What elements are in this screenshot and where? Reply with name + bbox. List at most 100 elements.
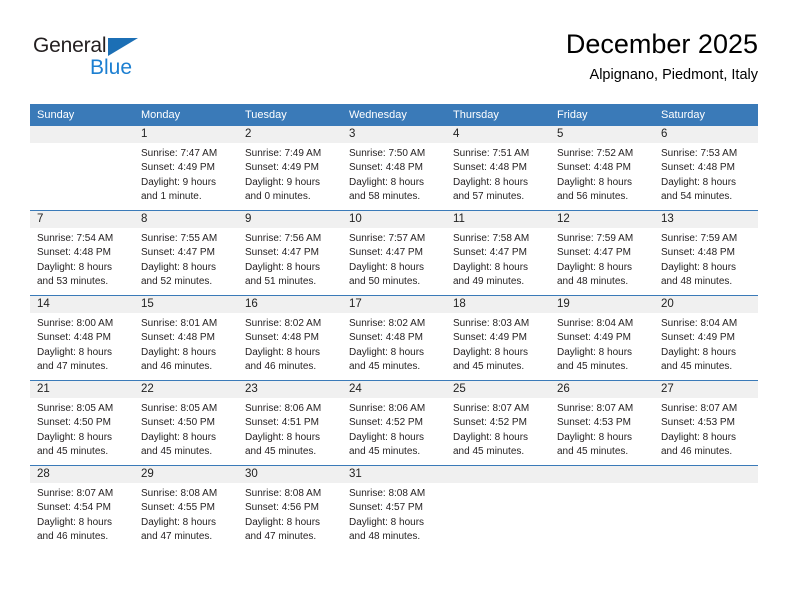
day-number: 11 xyxy=(446,211,550,228)
sunrise-text: Sunrise: 7:59 AM xyxy=(557,233,634,244)
calendar-day-cell[interactable]: 2 Sunrise: 7:49 AM Sunset: 4:49 PM Daylight… xyxy=(238,126,342,211)
calendar-day-cell[interactable]: 7 Sunrise: 7:54 AM Sunset: 4:48 PM Daylight… xyxy=(30,210,134,296)
daylight-text-line2: and 45 minutes. xyxy=(349,445,421,457)
general-blue-logo[interactable]: General Blue xyxy=(33,34,213,94)
day-number: 23 xyxy=(238,381,342,398)
sunrise-text: Sunrise: 8:08 AM xyxy=(349,488,426,499)
calendar-day-cell[interactable]: 25 Sunrise: 8:07 AM Sunset: 4:52 PM Dayligh… xyxy=(446,380,550,466)
calendar-day-cell[interactable]: 1 Sunrise: 7:47 AM Sunset: 4:49 PM Daylight… xyxy=(134,126,238,211)
sunrise-text: Sunrise: 8:05 AM xyxy=(37,403,114,414)
sunset-text: Sunset: 4:57 PM xyxy=(349,502,423,514)
sunrise-text: Sunrise: 8:05 AM xyxy=(141,403,218,414)
day-number: 17 xyxy=(342,296,446,313)
daylight-text-line2: and 46 minutes. xyxy=(661,445,733,457)
calendar-day-cell[interactable]: 14 Sunrise: 8:00 AM Sunset: 4:48 PM Dayligh… xyxy=(30,295,134,381)
calendar-day-cell[interactable]: 24 Sunrise: 8:06 AM Sunset: 4:52 PM Dayligh… xyxy=(342,380,446,466)
calendar-week-row: 21 Sunrise: 8:05 AM Sunset: 4:50 PM Dayligh… xyxy=(30,380,758,466)
day-number: 4 xyxy=(446,126,550,143)
day-number: 5 xyxy=(550,126,654,143)
sunrise-text: Sunrise: 8:06 AM xyxy=(349,403,426,414)
calendar-day-cell[interactable]: 23 Sunrise: 8:06 AM Sunset: 4:51 PM Dayligh… xyxy=(238,380,342,466)
sunrise-text: Sunrise: 7:47 AM xyxy=(141,148,218,159)
calendar-day-cell[interactable]: 12 Sunrise: 7:59 AM Sunset: 4:47 PM Dayligh… xyxy=(550,210,654,296)
calendar-day-cell[interactable]: 21 Sunrise: 8:05 AM Sunset: 4:50 PM Dayligh… xyxy=(30,380,134,466)
sunrise-text: Sunrise: 7:56 AM xyxy=(245,233,322,244)
daylight-text-line1: Daylight: 8 hours xyxy=(453,176,529,188)
calendar-week-row: 14 Sunrise: 8:00 AM Sunset: 4:48 PM Dayligh… xyxy=(30,295,758,381)
daylight-text-line1: Daylight: 8 hours xyxy=(349,431,425,443)
sunset-text: Sunset: 4:48 PM xyxy=(453,162,527,174)
sunrise-text: Sunrise: 7:53 AM xyxy=(661,148,738,159)
daylight-text-line2: and 56 minutes. xyxy=(557,190,629,202)
day-number: 20 xyxy=(654,296,758,313)
sunset-text: Sunset: 4:47 PM xyxy=(557,247,631,259)
sunrise-text: Sunrise: 8:07 AM xyxy=(661,403,738,414)
sunset-text: Sunset: 4:49 PM xyxy=(661,332,735,344)
day-details: Sunrise: 8:03 AM Sunset: 4:49 PM Daylight:… xyxy=(446,313,550,374)
day-details: Sunrise: 8:02 AM Sunset: 4:48 PM Daylight:… xyxy=(342,313,446,374)
calendar-day-cell[interactable]: 4 Sunrise: 7:51 AM Sunset: 4:48 PM Daylight… xyxy=(446,126,550,211)
daylight-text-line2: and 47 minutes. xyxy=(141,530,213,542)
day-details: Sunrise: 7:59 AM Sunset: 4:47 PM Daylight:… xyxy=(550,228,654,289)
day-number: 13 xyxy=(654,211,758,228)
sunrise-text: Sunrise: 7:50 AM xyxy=(349,148,426,159)
calendar-day-cell[interactable]: 3 Sunrise: 7:50 AM Sunset: 4:48 PM Daylight… xyxy=(342,126,446,211)
daylight-text-line1: Daylight: 8 hours xyxy=(141,261,217,273)
calendar-cell-empty xyxy=(30,126,134,211)
logo-text-blue: Blue xyxy=(90,56,133,79)
daylight-text-line1: Daylight: 8 hours xyxy=(661,261,737,273)
daylight-text-line1: Daylight: 8 hours xyxy=(245,346,321,358)
calendar-day-cell[interactable]: 8 Sunrise: 7:55 AM Sunset: 4:47 PM Daylight… xyxy=(134,210,238,296)
calendar-day-cell[interactable]: 27 Sunrise: 8:07 AM Sunset: 4:53 PM Dayligh… xyxy=(654,380,758,466)
daylight-text-line2: and 45 minutes. xyxy=(245,445,317,457)
sunrise-text: Sunrise: 8:06 AM xyxy=(245,403,322,414)
day-details: Sunrise: 7:52 AM Sunset: 4:48 PM Daylight:… xyxy=(550,143,654,204)
calendar-day-cell[interactable]: 13 Sunrise: 7:59 AM Sunset: 4:48 PM Dayligh… xyxy=(654,210,758,296)
day-number: 6 xyxy=(654,126,758,143)
calendar-day-cell[interactable]: 29 Sunrise: 8:08 AM Sunset: 4:55 PM Dayligh… xyxy=(134,465,238,550)
daylight-text-line2: and 57 minutes. xyxy=(453,190,525,202)
day-number: 1 xyxy=(134,126,238,143)
calendar-day-cell[interactable]: 6 Sunrise: 7:53 AM Sunset: 4:48 PM Daylight… xyxy=(654,126,758,211)
calendar-day-cell[interactable]: 10 Sunrise: 7:57 AM Sunset: 4:47 PM Dayligh… xyxy=(342,210,446,296)
sunset-text: Sunset: 4:49 PM xyxy=(453,332,527,344)
daylight-text-line2: and 47 minutes. xyxy=(37,360,109,372)
day-number: 29 xyxy=(134,466,238,483)
sunset-text: Sunset: 4:47 PM xyxy=(349,247,423,259)
calendar-day-cell[interactable]: 20 Sunrise: 8:04 AM Sunset: 4:49 PM Dayligh… xyxy=(654,295,758,381)
calendar-day-cell[interactable]: 16 Sunrise: 8:02 AM Sunset: 4:48 PM Dayligh… xyxy=(238,295,342,381)
calendar-day-cell[interactable]: 30 Sunrise: 8:08 AM Sunset: 4:56 PM Dayligh… xyxy=(238,465,342,550)
calendar-day-cell[interactable]: 28 Sunrise: 8:07 AM Sunset: 4:54 PM Dayligh… xyxy=(30,465,134,550)
day-details: Sunrise: 8:04 AM Sunset: 4:49 PM Daylight:… xyxy=(550,313,654,374)
sunrise-text: Sunrise: 8:07 AM xyxy=(557,403,634,414)
calendar-day-cell[interactable]: 31 Sunrise: 8:08 AM Sunset: 4:57 PM Dayligh… xyxy=(342,465,446,550)
daylight-text-line1: Daylight: 8 hours xyxy=(557,346,633,358)
calendar-cell-empty xyxy=(550,465,654,550)
calendar-day-cell[interactable]: 22 Sunrise: 8:05 AM Sunset: 4:50 PM Dayligh… xyxy=(134,380,238,466)
sunset-text: Sunset: 4:50 PM xyxy=(141,417,215,429)
calendar-day-cell[interactable]: 18 Sunrise: 8:03 AM Sunset: 4:49 PM Dayligh… xyxy=(446,295,550,381)
sunset-text: Sunset: 4:48 PM xyxy=(141,332,215,344)
day-number: 12 xyxy=(550,211,654,228)
calendar-day-cell[interactable]: 17 Sunrise: 8:02 AM Sunset: 4:48 PM Dayligh… xyxy=(342,295,446,381)
daylight-text-line1: Daylight: 8 hours xyxy=(349,261,425,273)
day-number: 3 xyxy=(342,126,446,143)
daylight-text-line1: Daylight: 8 hours xyxy=(37,431,113,443)
daylight-text-line2: and 46 minutes. xyxy=(141,360,213,372)
calendar-day-cell[interactable]: 5 Sunrise: 7:52 AM Sunset: 4:48 PM Daylight… xyxy=(550,126,654,211)
sunset-text: Sunset: 4:49 PM xyxy=(557,332,631,344)
day-details: Sunrise: 7:56 AM Sunset: 4:47 PM Daylight:… xyxy=(238,228,342,289)
triangle-icon xyxy=(108,38,138,56)
calendar-day-cell[interactable]: 11 Sunrise: 7:58 AM Sunset: 4:47 PM Dayligh… xyxy=(446,210,550,296)
daylight-text-line2: and 0 minutes. xyxy=(245,190,311,202)
day-number: 2 xyxy=(238,126,342,143)
logo-text-general: General xyxy=(33,34,107,57)
calendar-day-cell[interactable]: 9 Sunrise: 7:56 AM Sunset: 4:47 PM Daylight… xyxy=(238,210,342,296)
calendar-day-cell[interactable]: 15 Sunrise: 8:01 AM Sunset: 4:48 PM Dayligh… xyxy=(134,295,238,381)
daylight-text-line2: and 47 minutes. xyxy=(245,530,317,542)
day-details: Sunrise: 8:06 AM Sunset: 4:52 PM Daylight:… xyxy=(342,398,446,459)
calendar-day-cell[interactable]: 19 Sunrise: 8:04 AM Sunset: 4:49 PM Dayligh… xyxy=(550,295,654,381)
daylight-text-line1: Daylight: 8 hours xyxy=(37,261,113,273)
daylight-text-line1: Daylight: 8 hours xyxy=(661,346,737,358)
calendar-day-cell[interactable]: 26 Sunrise: 8:07 AM Sunset: 4:53 PM Dayligh… xyxy=(550,380,654,466)
